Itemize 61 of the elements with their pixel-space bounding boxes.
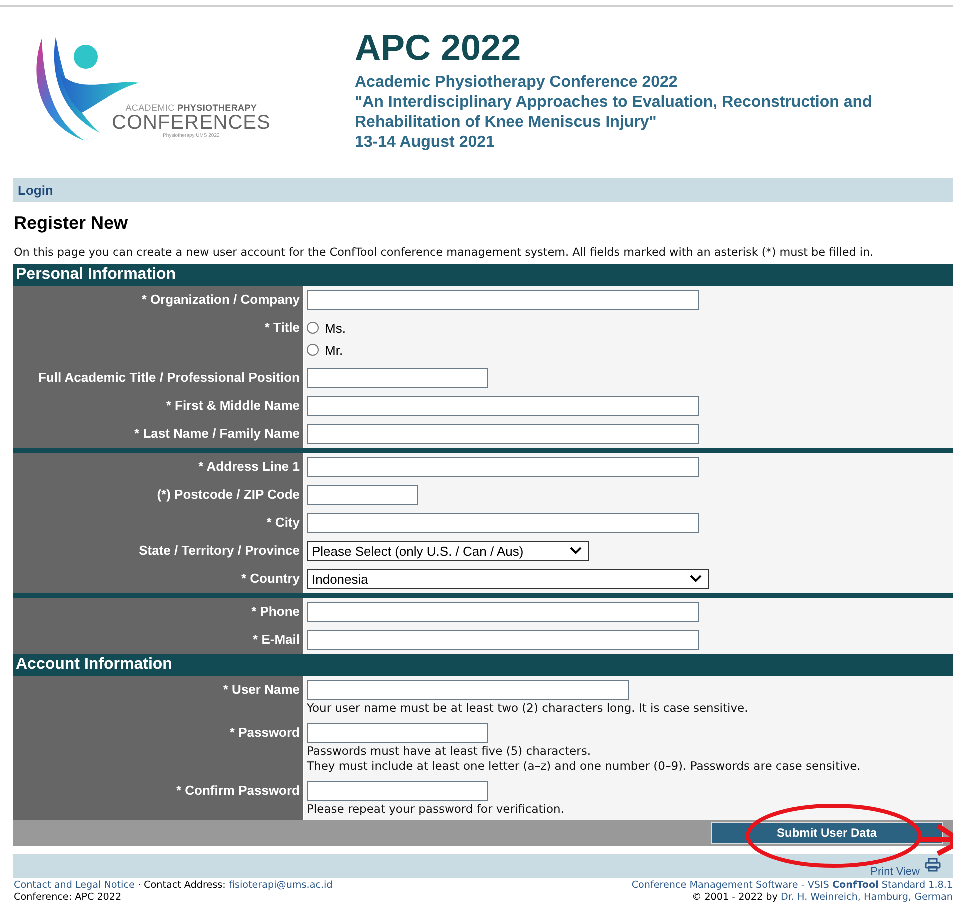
field-label: * E-Mail bbox=[13, 626, 303, 654]
conference-subtitle: Academic Physiotherapy Conference 2022 bbox=[355, 73, 679, 93]
input-field[interactable] bbox=[307, 396, 699, 416]
software-link[interactable]: Conference Management Software - VSIS ConfTool Standard 1.8.1 bbox=[632, 880, 953, 891]
input-field[interactable] bbox=[307, 368, 488, 388]
author-link[interactable]: Dr. H. Weinreich, Hamburg, German bbox=[780, 892, 953, 903]
section-header: Account Information bbox=[13, 654, 953, 676]
input-field[interactable] bbox=[307, 723, 488, 743]
field-label: * Last Name / Family Name bbox=[13, 420, 303, 448]
field-label: * City bbox=[13, 509, 303, 537]
field-label: (*) Postcode / ZIP Code bbox=[13, 481, 303, 509]
chevron-icon bbox=[690, 575, 702, 583]
input-field[interactable] bbox=[307, 457, 699, 477]
submit-button[interactable]: Submit User Data bbox=[711, 822, 943, 844]
field-label: * User Name bbox=[13, 676, 303, 719]
field-label: * Address Line 1 bbox=[13, 453, 303, 481]
field-label: * First & Middle Name bbox=[13, 392, 303, 420]
select-field[interactable]: Indonesia bbox=[307, 569, 709, 589]
input-field[interactable] bbox=[307, 290, 699, 310]
conference-subtitle: 13-14 August 2021 bbox=[355, 133, 496, 153]
radio-button[interactable] bbox=[307, 344, 319, 356]
logo-text: CONFERENCES bbox=[112, 113, 271, 133]
input-field[interactable] bbox=[307, 680, 629, 700]
field-label: * Title bbox=[13, 314, 303, 364]
copyright-text: © 2001 - 2022 by bbox=[692, 892, 778, 903]
field-label: Full Academic Title / Professional Position bbox=[13, 364, 303, 392]
field-label: * Confirm Password bbox=[13, 777, 303, 820]
select-field[interactable]: Please Select (only U.S. / Can / Aus) bbox=[307, 541, 589, 561]
radio-label: Mr. bbox=[325, 342, 344, 358]
email-link[interactable]: fisioterapi@ums.ac.id bbox=[228, 880, 333, 891]
input-field[interactable] bbox=[307, 602, 699, 622]
legal-link[interactable]: Contact and Legal Notice bbox=[14, 880, 135, 891]
conference-name: Conference: APC 2022 bbox=[14, 892, 123, 904]
field-label: * Password bbox=[13, 719, 303, 777]
hint-text: They must include at least one letter (a–z) and one number (0–9). Passwords are case sensitive. bbox=[307, 759, 862, 774]
input-field[interactable] bbox=[307, 424, 699, 444]
print-view-link[interactable]: Print View bbox=[870, 866, 920, 878]
logo-text: ACADEMIC PHYSIOTHERAPY bbox=[126, 103, 258, 113]
field-label: * Country bbox=[13, 565, 303, 593]
intro-text: On this page you can create a new user account for the ConfTool conference management system. All fields marked with an asterisk (*) must be filled in. bbox=[14, 246, 875, 259]
conference-title: APC 2022 bbox=[355, 29, 522, 67]
contact-label: · Contact Address: bbox=[138, 880, 226, 891]
conference-subtitle: "An Interdisciplinary Approaches to Evaluation, Reconstruction and bbox=[355, 93, 872, 113]
field-label: * Organization / Company bbox=[13, 286, 303, 314]
radio-label: Ms. bbox=[325, 320, 346, 336]
page-title: Register New bbox=[14, 213, 130, 234]
input-field[interactable] bbox=[307, 781, 488, 801]
hint-text: Passwords must have at least five (5) characters. bbox=[307, 744, 592, 759]
hint-text: Please repeat your password for verification. bbox=[307, 802, 566, 817]
radio-button[interactable] bbox=[307, 322, 319, 334]
input-field[interactable] bbox=[307, 513, 699, 533]
section-header: Personal Information bbox=[13, 264, 953, 286]
field-label: * Phone bbox=[13, 598, 303, 626]
printer-icon[interactable] bbox=[925, 858, 941, 872]
input-field[interactable] bbox=[307, 630, 699, 650]
login-link[interactable]: Login bbox=[18, 182, 54, 198]
input-field[interactable] bbox=[307, 485, 418, 505]
field-label: State / Territory / Province bbox=[13, 537, 303, 565]
conference-subtitle: Rehabilitation of Knee Meniscus Injury" bbox=[355, 113, 658, 133]
hint-text: Your user name must be at least two (2) characters long. It is case sensitive. bbox=[307, 701, 750, 716]
chevron-icon bbox=[570, 547, 582, 555]
